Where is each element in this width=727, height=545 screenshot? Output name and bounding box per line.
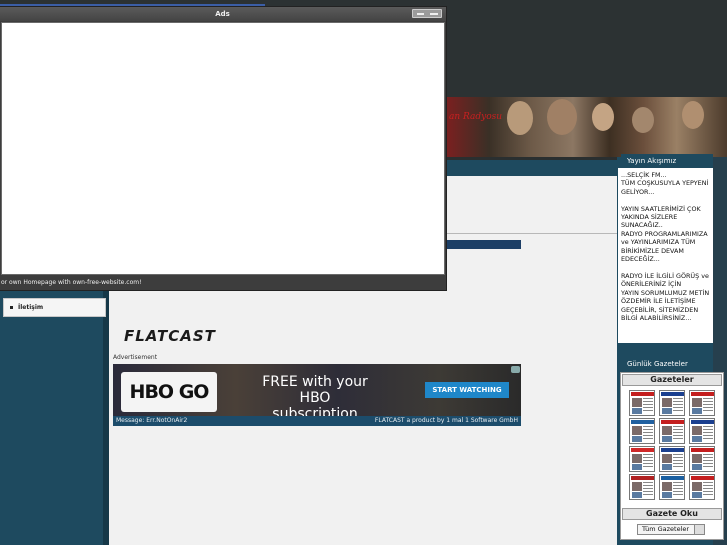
- ad-label: Advertisement: [113, 354, 158, 361]
- flatcast-logo: FLATCAST: [124, 327, 216, 345]
- player-message-bar: Message: Err.NotOnAir2 FLATCAST a produc…: [113, 416, 521, 426]
- newspaper-thumbnail[interactable]: [659, 446, 685, 472]
- ad-choices-icon[interactable]: [511, 366, 520, 373]
- newspaper-thumbnail[interactable]: [689, 390, 715, 416]
- hbo-go-logo: HBO GO: [121, 372, 217, 412]
- bullet-icon: [10, 306, 13, 309]
- read-newspaper-header: Gazete Oku: [622, 508, 722, 520]
- window-controls[interactable]: [412, 9, 442, 18]
- nav-item-iletisim[interactable]: İletişim: [3, 298, 106, 317]
- divider: [447, 233, 617, 234]
- close-icon[interactable]: [430, 13, 438, 15]
- start-watching-button[interactable]: START WATCHING: [425, 382, 509, 398]
- minimize-icon[interactable]: [417, 13, 424, 15]
- newspapers-box: Gazeteler Gazete Oku Tüm Gazeteler: [620, 372, 724, 540]
- player-message: Message: Err.NotOnAir2: [116, 417, 188, 424]
- newspaper-thumbnail[interactable]: [629, 446, 655, 472]
- newspaper-thumbnail[interactable]: [659, 390, 685, 416]
- newspaper-thumbnail[interactable]: [689, 418, 715, 444]
- hbo-advertisement[interactable]: HBO GO FREE with your HBO subscription S…: [113, 364, 521, 416]
- content-header-strip: [447, 160, 617, 176]
- banner-title: an Radyosu: [449, 112, 503, 122]
- newspaper-thumbnail[interactable]: [659, 474, 685, 500]
- nav-item-label: İletişim: [18, 304, 44, 311]
- ads-popup-window[interactable]: Ads or own Homepage with own-free-websit…: [0, 6, 447, 291]
- newspaper-thumbnail[interactable]: [689, 474, 715, 500]
- newspaper-thumbnail[interactable]: [689, 446, 715, 472]
- popup-content: [1, 22, 445, 275]
- navy-bar: [447, 240, 521, 249]
- header-banner: an Radyosu: [447, 97, 727, 157]
- popup-title: Ads: [215, 10, 230, 18]
- popup-titlebar[interactable]: Ads: [0, 7, 446, 21]
- chevron-down-icon[interactable]: [694, 525, 704, 534]
- newspaper-select-value: Tüm Gazeteler: [642, 525, 690, 533]
- ad-headline: FREE with your HBO subscription: [262, 374, 368, 416]
- newspaper-thumbnail[interactable]: [629, 390, 655, 416]
- broadcast-title: Yayın Akışımız: [621, 154, 713, 168]
- newspapers-title: Günlük Gazeteler: [621, 357, 713, 371]
- newspaper-thumbnail[interactable]: [659, 418, 685, 444]
- player-credit: FLATCAST a product by 1 mal 1 Software G…: [374, 417, 518, 424]
- newspaper-thumbnail[interactable]: [629, 474, 655, 500]
- popup-footer[interactable]: or own Homepage with own-free-website.co…: [0, 278, 142, 287]
- newspaper-select[interactable]: Tüm Gazeteler: [637, 524, 705, 535]
- newspaper-thumbnail[interactable]: [629, 418, 655, 444]
- broadcast-text: ...SELÇİK FM... TÜM COŞKUSUYLA YEPYENİ G…: [618, 168, 713, 343]
- newspapers-header: Gazeteler: [622, 374, 722, 386]
